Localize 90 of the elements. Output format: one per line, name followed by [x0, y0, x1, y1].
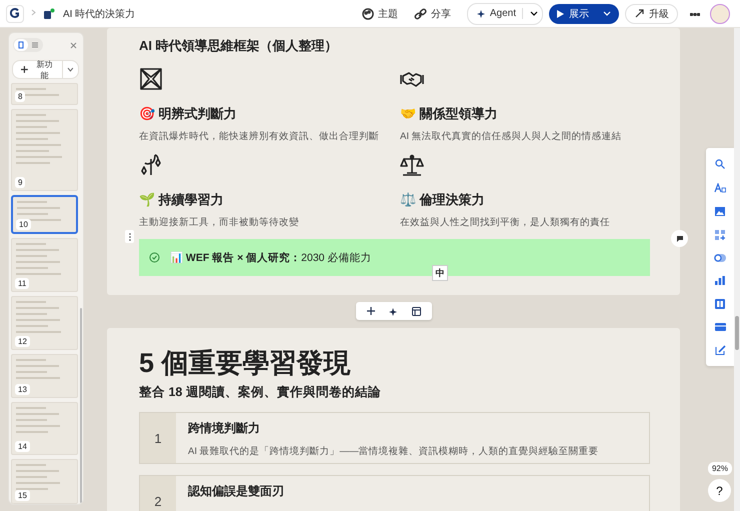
- palette-icon: [362, 8, 374, 20]
- help-button[interactable]: ?: [708, 479, 731, 502]
- pillar-description: 在資訊爆炸時代，能快速辨別有效資訊、做出合理判斷: [139, 130, 380, 143]
- grid-plus-icon: [715, 230, 725, 240]
- layout-button[interactable]: [412, 306, 421, 316]
- toggle-button[interactable]: [714, 254, 726, 262]
- upgrade-button[interactable]: 升級: [625, 4, 678, 24]
- slide-number: 11: [15, 278, 30, 289]
- sparkle-icon: [389, 306, 398, 316]
- list-icon: [30, 40, 40, 50]
- slide-thumbnail[interactable]: 12: [11, 296, 78, 350]
- arrows-cross-icon: [139, 67, 163, 91]
- pillar-title: 🎯 明辨式判斷力: [139, 105, 238, 123]
- slide-thumbnail[interactable]: 10: [11, 195, 78, 234]
- slide-number: 8: [15, 91, 26, 102]
- chart-button[interactable]: [715, 276, 725, 285]
- card-icon: [714, 323, 726, 331]
- finding-number: 2: [140, 476, 176, 511]
- image-icon: [715, 207, 725, 216]
- check-circle-icon: [149, 252, 160, 263]
- slide-number: 9: [15, 177, 26, 188]
- app-logo-icon[interactable]: [6, 4, 24, 22]
- slide-number: 13: [15, 384, 30, 395]
- columns-button[interactable]: [715, 299, 725, 309]
- finding-number: 1: [140, 413, 176, 463]
- text-icon: [714, 183, 726, 193]
- caret-down-icon: [530, 11, 538, 16]
- slide-thumbnail[interactable]: 9: [11, 109, 78, 191]
- sprout-icon: [139, 153, 163, 177]
- document-title: AI 時代的決策力: [63, 8, 136, 20]
- search-button[interactable]: [715, 159, 725, 169]
- card-button[interactable]: [714, 323, 726, 331]
- plus-icon: [367, 307, 375, 315]
- finding-description: AI 最難取代的是「跨情境判斷力」——當情境複雜、資訊模糊時，人類的直覺與經驗至關重要: [188, 445, 599, 458]
- slide-thumbnail[interactable]: 8: [11, 83, 78, 105]
- bar-chart-icon: [715, 276, 725, 285]
- comment-icon: [676, 234, 684, 242]
- thumbnail-view-toggle[interactable]: [14, 39, 28, 51]
- slide-icon: [16, 40, 26, 50]
- slide-thumbnail[interactable]: 14: [11, 402, 78, 455]
- caret-down-icon[interactable]: [67, 67, 74, 72]
- plus-icon: [21, 66, 28, 73]
- callout-text: 📊 WEF 報告 × 個人研究：2030 必備能力: [170, 250, 372, 264]
- slide-thumbnail[interactable]: 13: [11, 354, 78, 398]
- drag-handle-icon[interactable]: [125, 230, 134, 243]
- scrollbar[interactable]: [734, 28, 740, 511]
- slide-number: 10: [16, 219, 31, 230]
- share-button[interactable]: 分享: [414, 6, 451, 20]
- ai-generate-button[interactable]: [389, 306, 398, 316]
- g-logo-drawing: [10, 8, 20, 19]
- pillar-title: 🌱 持續學習力: [139, 191, 225, 209]
- edit-button[interactable]: [714, 345, 726, 355]
- scale-icon: [400, 153, 424, 177]
- pillar-description: 在效益與人性之間找到平衡，是人類獨有的責任: [400, 216, 611, 229]
- slide-number: 12: [15, 336, 30, 347]
- pillar-title: 🤝 關係型領導力: [400, 105, 499, 123]
- document-icon: [43, 8, 55, 20]
- columns-icon: [715, 299, 725, 309]
- layout-icon: [412, 306, 421, 316]
- slide-subtitle: AI 時代領導思維框架（個人整理）: [139, 37, 339, 55]
- pillar-description: AI 無法取代真實的信任感與人與人之間的情感連結: [400, 130, 623, 143]
- input-method-badge[interactable]: 中: [432, 265, 448, 281]
- finding-title: 跨情境判斷力: [188, 420, 261, 437]
- finding-title: 認知偏誤是雙面刃: [188, 483, 284, 500]
- pillar-title: ⚖ 倫理決策力: [400, 191, 486, 209]
- toggle-icon: [714, 254, 726, 262]
- theme-button[interactable]: 主題: [362, 6, 398, 20]
- zoom-level[interactable]: 92%: [708, 462, 732, 475]
- close-icon[interactable]: [70, 42, 77, 48]
- slide-thumbnail[interactable]: 11: [11, 238, 78, 292]
- edit-icon: [714, 345, 726, 355]
- comment-button[interactable]: [671, 230, 688, 247]
- search-icon: [715, 159, 725, 169]
- pillar-description: 主動迎接新工具，而非被動等待改變: [139, 216, 300, 229]
- add-slide-button[interactable]: [367, 307, 375, 315]
- slide-number: 15: [15, 490, 30, 501]
- add-block-button[interactable]: [715, 230, 725, 240]
- link-icon: [414, 8, 427, 20]
- slide-number: 14: [15, 441, 30, 452]
- caret-down-icon: [603, 11, 611, 16]
- chevron-right-icon: [31, 9, 36, 16]
- slide-thumbnail[interactable]: 15: [11, 459, 78, 504]
- sparkle-icon: [476, 8, 486, 18]
- image-button[interactable]: [715, 207, 725, 216]
- slide-title: 5 個重要學習發現: [139, 348, 352, 378]
- play-icon: [557, 10, 564, 18]
- text-button[interactable]: [714, 183, 726, 193]
- more-icon[interactable]: [690, 13, 700, 16]
- slide-subtitle: 整合 18 週閱讀、案例、實作與問卷的結論: [139, 384, 382, 401]
- user-avatar[interactable]: [710, 4, 730, 24]
